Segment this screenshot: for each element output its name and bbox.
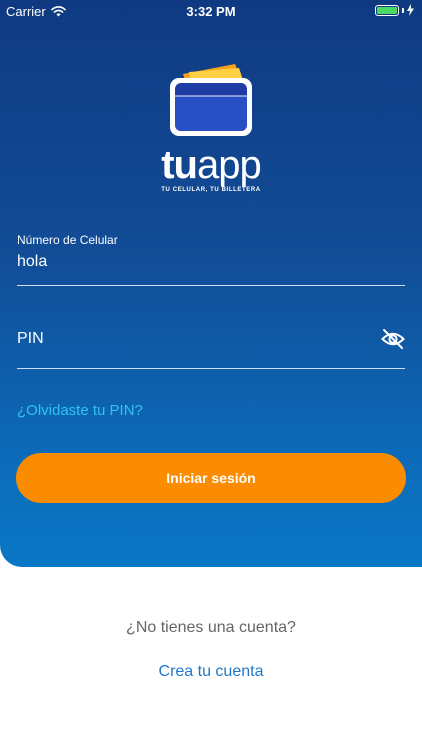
status-bar: Carrier 3:32 PM — [0, 0, 422, 24]
create-account-link[interactable]: Crea tu cuenta — [0, 663, 422, 681]
status-right — [375, 4, 414, 16]
phone-input[interactable]: hola — [17, 253, 405, 271]
forgot-pin-link[interactable]: ¿Olvidaste tu PIN? — [17, 402, 143, 419]
logo-tagline: TU CELULAR, TU BILLETERA — [161, 187, 261, 193]
eye-slash-icon[interactable] — [381, 328, 405, 350]
phone-label: Número de Celular — [17, 233, 118, 247]
battery-icon — [375, 4, 399, 16]
logo-wordmark: tuapp — [0, 145, 422, 185]
charging-bolt-icon — [407, 4, 414, 16]
logo-word-light: app — [197, 143, 262, 187]
phone-field[interactable]: Número de Celular hola — [17, 233, 405, 286]
wallet-icon — [170, 64, 252, 136]
hero-background: Carrier 3:32 PM tuapp TU CELULAR, TU BIL… — [0, 0, 422, 567]
pin-input[interactable]: PIN — [17, 330, 44, 348]
login-screen: Carrier 3:32 PM tuapp TU CELULAR, TU BIL… — [0, 0, 422, 750]
battery-tip — [402, 7, 404, 13]
pin-field[interactable]: PIN — [17, 320, 405, 369]
logo-word-bold: tu — [161, 143, 198, 187]
battery-fill — [377, 6, 397, 14]
login-button[interactable]: Iniciar sesión — [16, 453, 406, 503]
status-time: 3:32 PM — [186, 4, 236, 19]
no-account-text: ¿No tienes una cuenta? — [126, 619, 296, 636]
app-logo: tuapp TU CELULAR, TU BILLETERA — [0, 62, 422, 193]
